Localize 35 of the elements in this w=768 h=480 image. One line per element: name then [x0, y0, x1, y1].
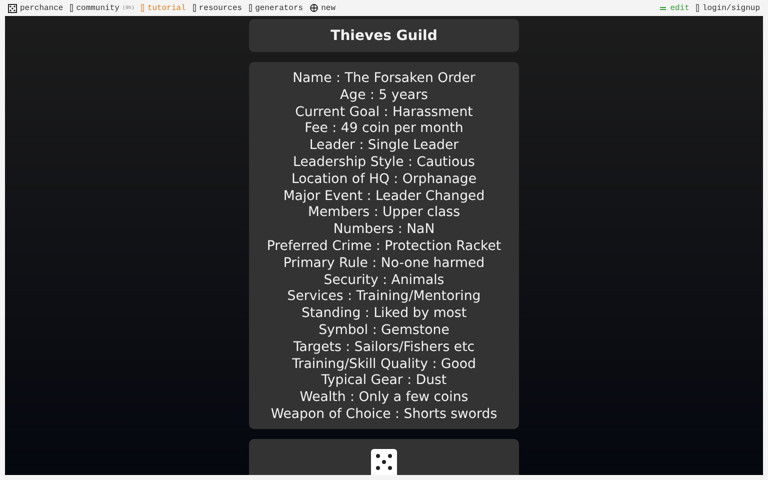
box-icon: [192, 4, 196, 12]
result-line: Name : The Forsaken Order: [292, 71, 476, 88]
result-line: Security : Animals: [322, 272, 446, 290]
result-line: Symbol : Gemstone: [318, 322, 450, 340]
result-line: Training/Skill Quality : Good: [291, 356, 477, 374]
result-line: Fee : 49 coin per month: [304, 121, 464, 138]
nav-link[interactable]: resources: [192, 4, 242, 12]
nav-link[interactable]: new: [310, 4, 336, 12]
result-line: Location of HQ : Orphanage: [290, 172, 478, 189]
dice-icon: [8, 4, 17, 12]
result-line: Services : Training/Mentoring: [286, 289, 482, 306]
result-line: Primary Rule : No-one harmed: [282, 256, 486, 273]
result-line: Typical Gear : Dust: [320, 373, 448, 390]
dice-icon[interactable]: [371, 448, 397, 475]
result-line: Major Event : Leader Changed: [282, 188, 486, 206]
result-line: Members : Upper class: [306, 205, 462, 222]
page-title: Thieves Guild: [249, 19, 519, 52]
box-icon: [70, 4, 74, 12]
result-line: Preferred Crime : Protection Racket: [266, 238, 502, 256]
result-line: Weapon of Choice : Shorts swords: [270, 406, 498, 424]
plus-circle-icon: [310, 4, 318, 12]
result-line: Leader : Single Leader: [308, 138, 460, 155]
result-line: Age : 5 years: [339, 88, 429, 105]
nav-link[interactable]: perchance: [8, 4, 64, 12]
nav-link[interactable]: generators: [249, 4, 304, 12]
box-icon: [141, 4, 144, 12]
box-icon: [696, 4, 700, 12]
box-icon: [249, 4, 252, 12]
result-line: Current Goal : Harassment: [294, 104, 474, 122]
result-line: Numbers : NaN: [332, 222, 436, 239]
nav-link[interactable]: login/signup: [696, 4, 760, 12]
result-line: Standing : Liked by most: [300, 306, 468, 323]
result-line: Wealth : Only a few coins: [298, 390, 470, 407]
result-line: Targets : Sailors/Fishers etc: [292, 340, 476, 357]
result-line: Leadership Style : Cautious: [292, 154, 476, 172]
